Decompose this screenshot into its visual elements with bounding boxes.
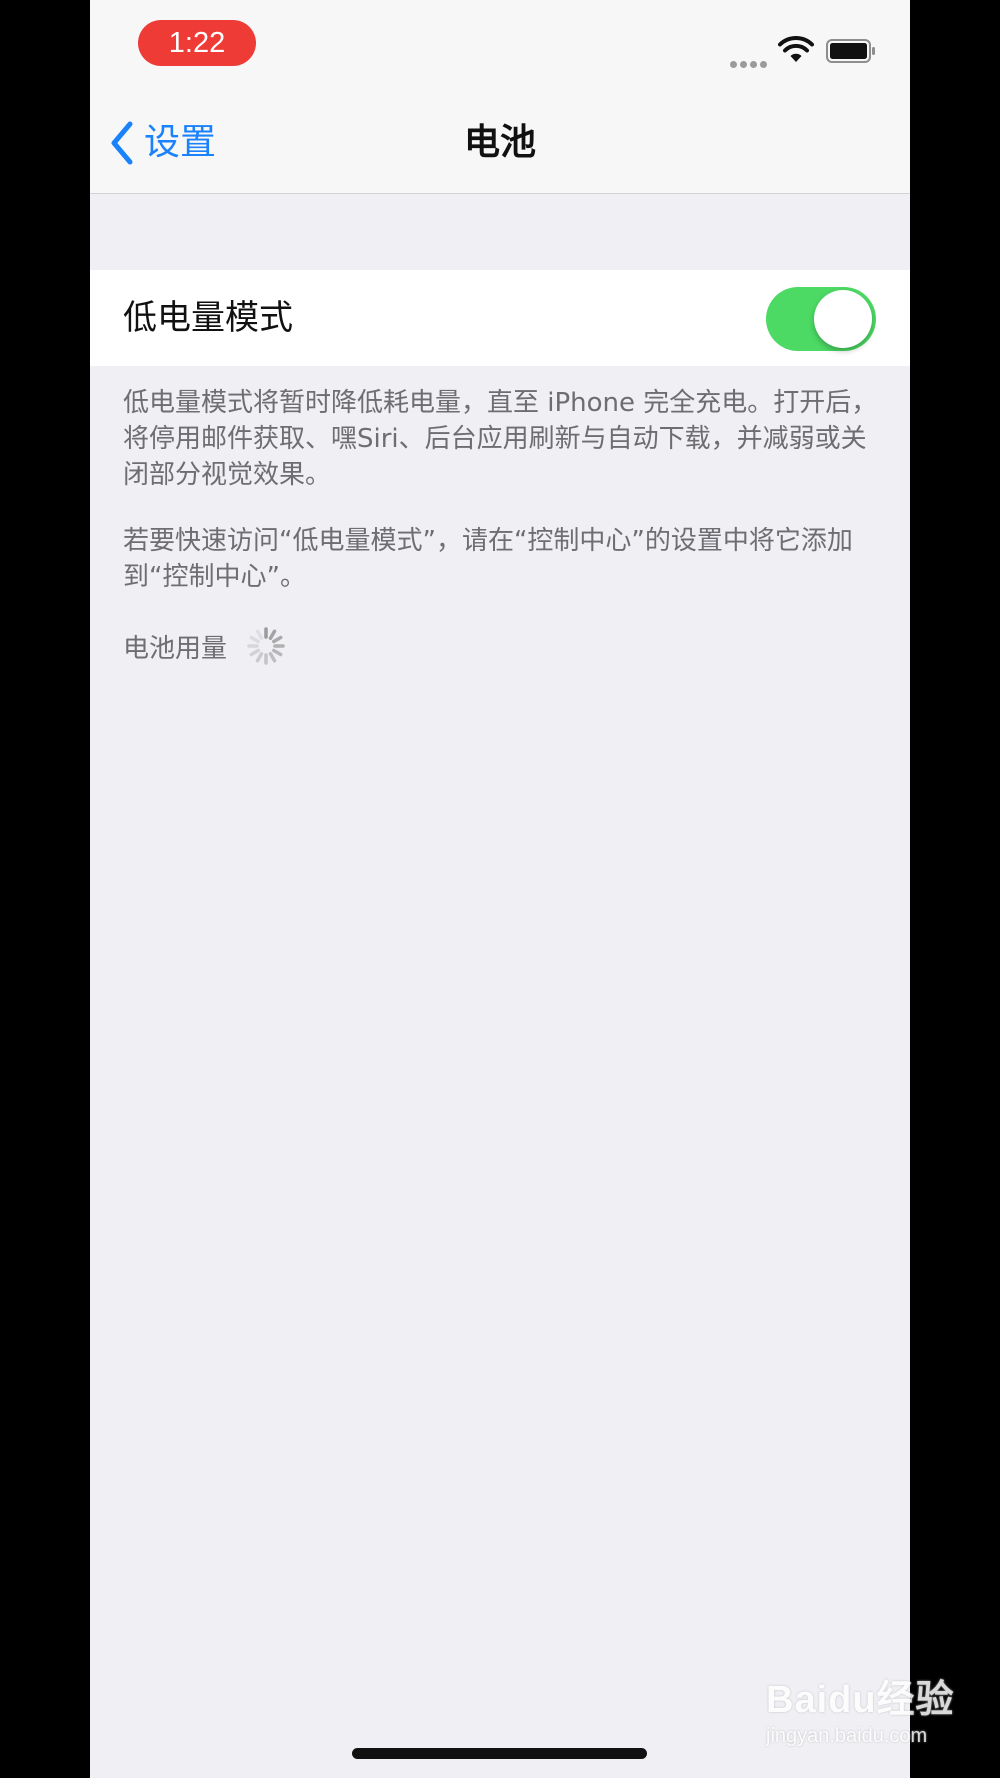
navigation-bar: 设置 电池 [90,90,910,194]
battery-icon [826,39,875,63]
page-title: 电池 [463,122,536,163]
status-bar: 1:22 [90,0,910,90]
baidu-watermark: Baidu经验 jingyan.baidu.com [766,1668,956,1763]
battery-usage-row: 电池用量 [123,626,287,666]
wifi-icon [778,36,814,62]
status-time[interactable]: 1:22 [138,20,256,66]
low-power-mode-row: 低电量模式 [90,270,910,366]
low-power-description: 低电量模式将暂时降低耗电量，直至 iPhone 完全充电。打开后，将停用邮件获取… [123,388,878,490]
spinner-icon [247,627,285,665]
low-power-mode-toggle[interactable] [766,287,876,351]
watermark-brand: Baidu经验 [766,1679,955,1721]
settings-screen: 1:22 设置 电池 低电量模式 低电量模式将暂时降低耗电量，直至 iPhone… [90,0,910,1778]
battery-usage-label: 电池用量 [123,633,228,664]
low-power-mode-label: 低电量模式 [123,298,293,338]
toggle-knob [814,290,872,348]
control-center-hint: 若要快速访问“低电量模式”，请在“控制中心”的设置中将它添加到“控制中心”。 [123,526,853,592]
watermark-url: jingyan.baidu.com [766,1725,928,1747]
signal-dots-icon [730,53,770,68]
home-indicator[interactable] [352,1748,647,1759]
